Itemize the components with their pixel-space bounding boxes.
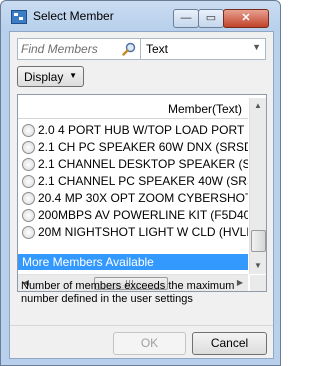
list-item[interactable]: 2.1 CHANNEL PC SPEAKER 40W (SRSD	[18, 173, 248, 190]
list-item[interactable]: 20.4 MP 30X OPT ZOOM CYBERSHOT (	[18, 190, 248, 207]
member-label: 2.0 4 PORT HUB W/TOP LOAD PORT (F	[38, 123, 248, 137]
minimize-button[interactable]: —	[173, 9, 199, 28]
search-field-select[interactable]: Text ▼	[140, 38, 266, 60]
scroll-down-icon[interactable]: ▼	[250, 258, 266, 274]
list-item[interactable]: 2.1 CH PC SPEAKER 60W DNX (SRSD84	[18, 139, 248, 156]
radio-button[interactable]	[22, 192, 35, 205]
select-member-dialog: Select Member — ▭ ✕ Text ▼ Display ▼	[0, 0, 281, 366]
radio-button[interactable]	[22, 158, 35, 171]
radio-button[interactable]	[22, 209, 35, 222]
list-item[interactable]: 2.0 4 PORT HUB W/TOP LOAD PORT (F	[18, 122, 248, 139]
app-icon	[11, 10, 27, 24]
member-rows: 2.0 4 PORT HUB W/TOP LOAD PORT (F 2.1 CH…	[18, 122, 248, 270]
radio-button[interactable]	[22, 226, 35, 239]
member-label: 2.1 CHANNEL DESKTOP SPEAKER (SRS	[38, 157, 248, 171]
search-icon[interactable]	[122, 42, 136, 56]
radio-button[interactable]	[22, 175, 35, 188]
list-item[interactable]: 20M NIGHTSHOT LIGHT W CLD (HVLIRM	[18, 224, 248, 241]
maximize-button[interactable]: ▭	[198, 9, 224, 28]
search-field-value: Text	[146, 42, 169, 56]
vertical-scrollbar[interactable]: ▲ ▼	[249, 98, 266, 274]
member-label: 20M NIGHTSHOT LIGHT W CLD (HVLIRM	[38, 225, 248, 239]
dropdown-arrow-icon: ▼	[69, 71, 77, 80]
window-title: Select Member	[33, 9, 114, 23]
display-button[interactable]: Display ▼	[17, 66, 84, 87]
radio-button[interactable]	[22, 141, 35, 154]
ok-button[interactable]: OK	[113, 332, 186, 355]
title-bar[interactable]: Select Member — ▭ ✕	[1, 1, 280, 31]
dialog-body: Text ▼ Display ▼ Member(Text) 2.0 4 PORT…	[9, 31, 274, 359]
member-label: 200MBPS AV POWERLINE KIT (F5D4077	[38, 208, 248, 222]
more-members-label: More Members Available	[22, 255, 154, 269]
divider	[10, 325, 273, 326]
member-label: 2.1 CHANNEL PC SPEAKER 40W (SRSD	[38, 174, 248, 188]
member-label: 20.4 MP 30X OPT ZOOM CYBERSHOT (	[38, 191, 248, 205]
list-item[interactable]: 2.1 CHANNEL DESKTOP SPEAKER (SRS	[18, 156, 248, 173]
list-item[interactable]: 200MBPS AV POWERLINE KIT (F5D4077	[18, 207, 248, 224]
member-list[interactable]: Member(Text) 2.0 4 PORT HUB W/TOP LOAD P…	[17, 94, 267, 292]
scroll-up-icon[interactable]: ▲	[250, 98, 266, 114]
column-header-label: Member(Text)	[167, 102, 242, 116]
maximize-icon: ▭	[205, 12, 217, 24]
member-limit-message: Number of members exceeds the maximum nu…	[21, 280, 235, 305]
column-header[interactable]: Member(Text)	[18, 98, 248, 119]
member-label: 2.1 CH PC SPEAKER 60W DNX (SRSD84	[38, 140, 248, 154]
vertical-scroll-thumb[interactable]	[251, 230, 266, 252]
search-box	[17, 38, 141, 60]
radio-button[interactable]	[22, 124, 35, 137]
cancel-button[interactable]: Cancel	[192, 332, 267, 355]
chevron-down-icon[interactable]: ▼	[252, 42, 261, 52]
close-button[interactable]: ✕	[223, 9, 269, 28]
minimize-icon: —	[180, 12, 192, 24]
more-members-item[interactable]: More Members Available	[18, 254, 248, 270]
display-label: Display	[24, 70, 64, 84]
close-icon: ✕	[241, 12, 251, 24]
find-members-input[interactable]	[21, 41, 117, 56]
